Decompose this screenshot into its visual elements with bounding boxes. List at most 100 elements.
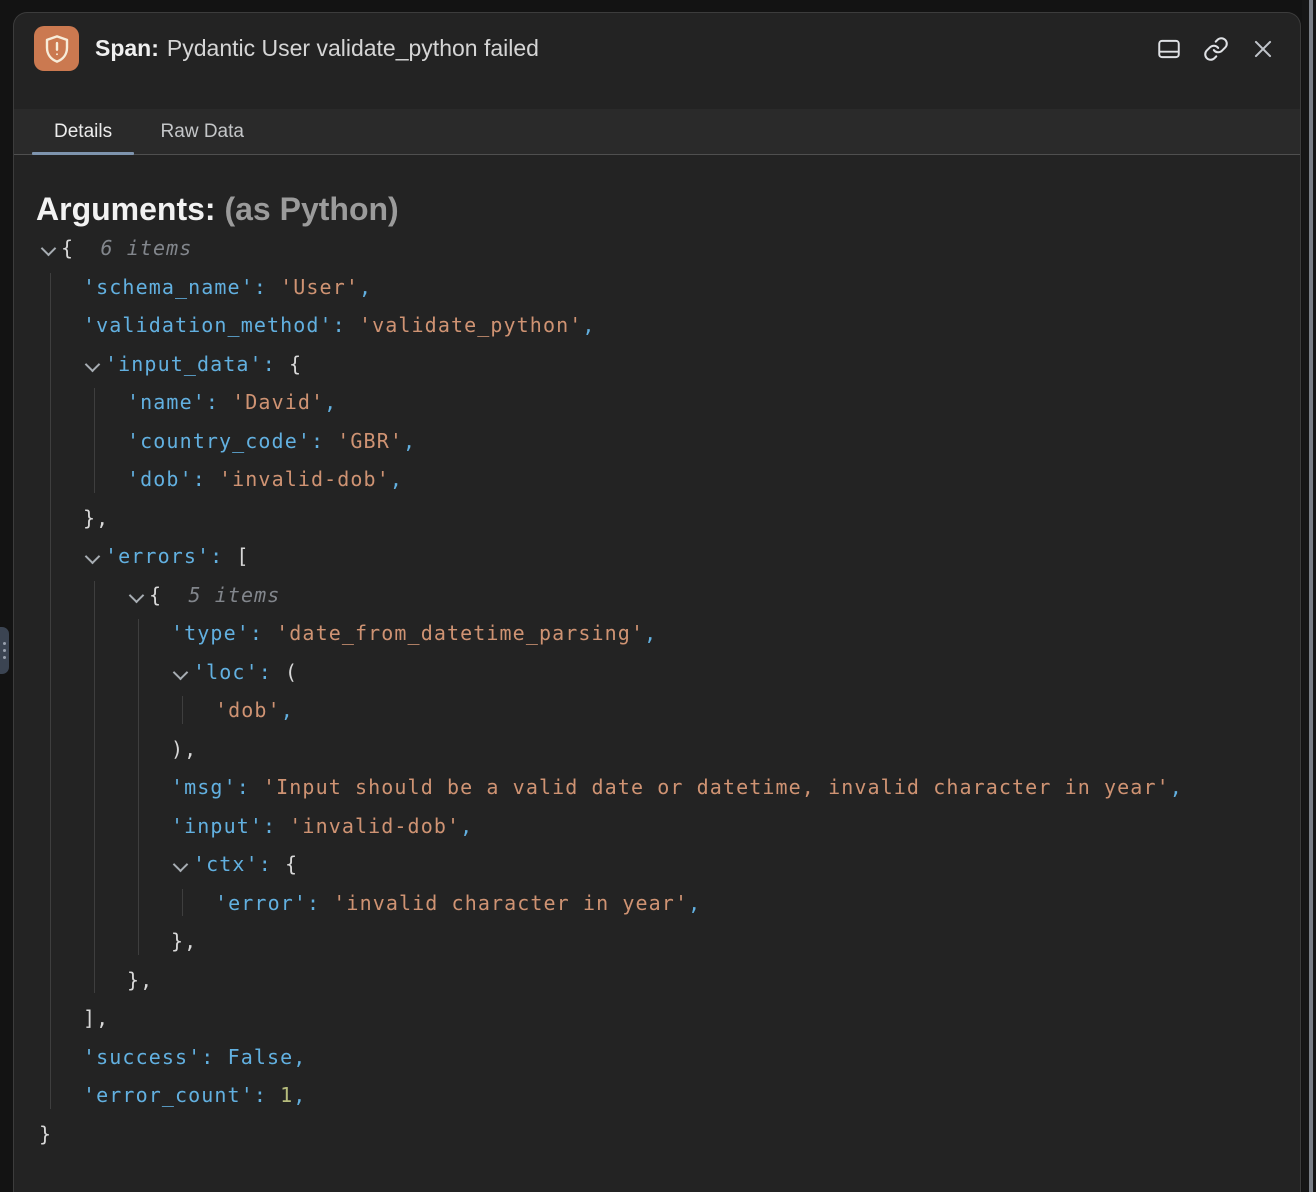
- code-line: ],: [14, 999, 1296, 1038]
- panel-title-text: Pydantic User validate_python failed: [167, 35, 539, 61]
- code-token-k: ,: [281, 698, 294, 722]
- code-token-s: 'validate_python': [359, 313, 582, 337]
- code-token-k: ,: [644, 621, 657, 645]
- tab-bar: Details Raw Data: [14, 109, 1300, 155]
- chevron-down-icon[interactable]: [129, 587, 145, 603]
- code-token-k: 'validation_method':: [83, 313, 359, 337]
- code-line: 'error': 'invalid character in year',: [14, 884, 1296, 923]
- code-line: 'type': 'date_from_datetime_parsing',: [14, 614, 1296, 653]
- panel-title: Span: Pydantic User validate_python faile…: [95, 26, 539, 71]
- code-token-p: },: [83, 506, 109, 530]
- code-token-k: 'error_count':: [83, 1083, 280, 1107]
- code-token-s: 'invalid-dob': [289, 814, 460, 838]
- window-edge-bar: [1309, 0, 1313, 1192]
- code-token-s: 'date_from_datetime_parsing': [276, 621, 644, 645]
- chevron-down-icon[interactable]: [85, 356, 101, 372]
- code-token-s: 'invalid character in year': [333, 891, 688, 915]
- code-token-p: },: [127, 968, 153, 992]
- code-token-s: 'David': [232, 390, 324, 414]
- code-token-k: ,: [293, 1083, 306, 1107]
- code-token-k: 'name':: [127, 390, 232, 414]
- code-token-p: (: [285, 660, 298, 684]
- code-line: 'input': 'invalid-dob',: [14, 807, 1296, 846]
- code-line: 'msg': 'Input should be a valid date or …: [14, 768, 1296, 807]
- code-line: { 5 items: [14, 576, 1296, 615]
- code-token-p: },: [171, 929, 197, 953]
- code-token-k: 'errors':: [105, 544, 236, 568]
- panel-actions: [1155, 35, 1276, 62]
- panel-resize-handle[interactable]: [0, 627, 9, 674]
- code-token-p: {: [149, 583, 162, 607]
- code-line: 'ctx': {: [14, 845, 1296, 884]
- code-line: { 6 items: [14, 229, 1296, 268]
- code-token-k: 'success':: [83, 1045, 228, 1069]
- code-token-s: 'dob': [215, 698, 281, 722]
- code-token-k: 'loc':: [193, 660, 285, 684]
- code-line: 'error_count': 1,: [14, 1076, 1296, 1115]
- code-token-k: ,: [293, 1045, 306, 1069]
- shield-alert-icon: [34, 26, 79, 71]
- close-icon[interactable]: [1249, 35, 1276, 62]
- code-line: 'errors': [: [14, 537, 1296, 576]
- code-token-k: ,: [460, 814, 473, 838]
- code-token-k: 'input':: [171, 814, 289, 838]
- code-token-k: ,: [1170, 775, 1183, 799]
- code-token-it: 5 items: [162, 583, 280, 607]
- code-line: 'name': 'David',: [14, 383, 1296, 422]
- code-line: 'dob',: [14, 691, 1296, 730]
- code-token-k: 'country_code':: [127, 429, 337, 453]
- code-token-k: 'ctx':: [193, 852, 285, 876]
- code-token-k: 'schema_name':: [83, 275, 280, 299]
- code-token-s: 'invalid-dob': [219, 467, 390, 491]
- code-line: 'validation_method': 'validate_python',: [14, 306, 1296, 345]
- chevron-down-icon[interactable]: [173, 857, 189, 873]
- arguments-heading-note: (as Python): [224, 191, 398, 227]
- code-line: },: [14, 961, 1296, 1000]
- tab-details[interactable]: Details: [32, 109, 134, 154]
- code-line: 'input_data': {: [14, 345, 1296, 384]
- code-line: ),: [14, 730, 1296, 769]
- code-token-b: False: [228, 1045, 294, 1069]
- chevron-down-icon[interactable]: [173, 664, 189, 680]
- code-token-p: ),: [171, 737, 197, 761]
- code-token-k: ,: [582, 313, 595, 337]
- code-token-p: [: [236, 544, 249, 568]
- code-token-n: 1: [280, 1083, 293, 1107]
- code-token-s: 'GBR': [337, 429, 403, 453]
- span-detail-panel: Span: Pydantic User validate_python faile…: [13, 12, 1301, 1192]
- code-line: },: [14, 499, 1296, 538]
- arguments-heading-label: Arguments:: [36, 191, 216, 227]
- code-token-k: 'input_data':: [105, 352, 289, 376]
- code-token-p: }: [39, 1122, 52, 1146]
- code-line: 'success': False,: [14, 1038, 1296, 1077]
- code-line: 'schema_name': 'User',: [14, 268, 1296, 307]
- code-line: },: [14, 922, 1296, 961]
- code-token-k: ,: [324, 390, 337, 414]
- code-token-p: {: [61, 236, 74, 260]
- arguments-code-tree: { 6 items'schema_name': 'User','validati…: [14, 229, 1296, 1159]
- code-token-it: 6 items: [74, 236, 192, 260]
- code-token-p: {: [289, 352, 302, 376]
- code-line: }: [14, 1115, 1296, 1154]
- code-token-k: 'msg':: [171, 775, 263, 799]
- chevron-down-icon[interactable]: [85, 549, 101, 565]
- tab-raw-data[interactable]: Raw Data: [139, 109, 266, 154]
- code-token-k: ,: [359, 275, 372, 299]
- chevron-down-icon[interactable]: [41, 241, 57, 257]
- code-token-k: 'dob':: [127, 467, 219, 491]
- code-token-k: ,: [688, 891, 701, 915]
- code-line: 'country_code': 'GBR',: [14, 422, 1296, 461]
- panel-header: Span: Pydantic User validate_python faile…: [14, 13, 1300, 109]
- copy-link-icon[interactable]: [1202, 35, 1229, 62]
- code-token-s: 'Input should be a valid date or datetim…: [263, 775, 1170, 799]
- code-token-k: 'type':: [171, 621, 276, 645]
- code-token-k: ,: [403, 429, 416, 453]
- panel-title-kind: Span:: [95, 35, 159, 61]
- arguments-heading: Arguments: (as Python): [36, 191, 399, 228]
- code-token-s: 'User': [280, 275, 359, 299]
- dock-panel-bottom-icon[interactable]: [1155, 35, 1182, 62]
- code-line: 'loc': (: [14, 653, 1296, 692]
- code-token-p: {: [285, 852, 298, 876]
- code-line: 'dob': 'invalid-dob',: [14, 460, 1296, 499]
- code-token-k: 'error':: [215, 891, 333, 915]
